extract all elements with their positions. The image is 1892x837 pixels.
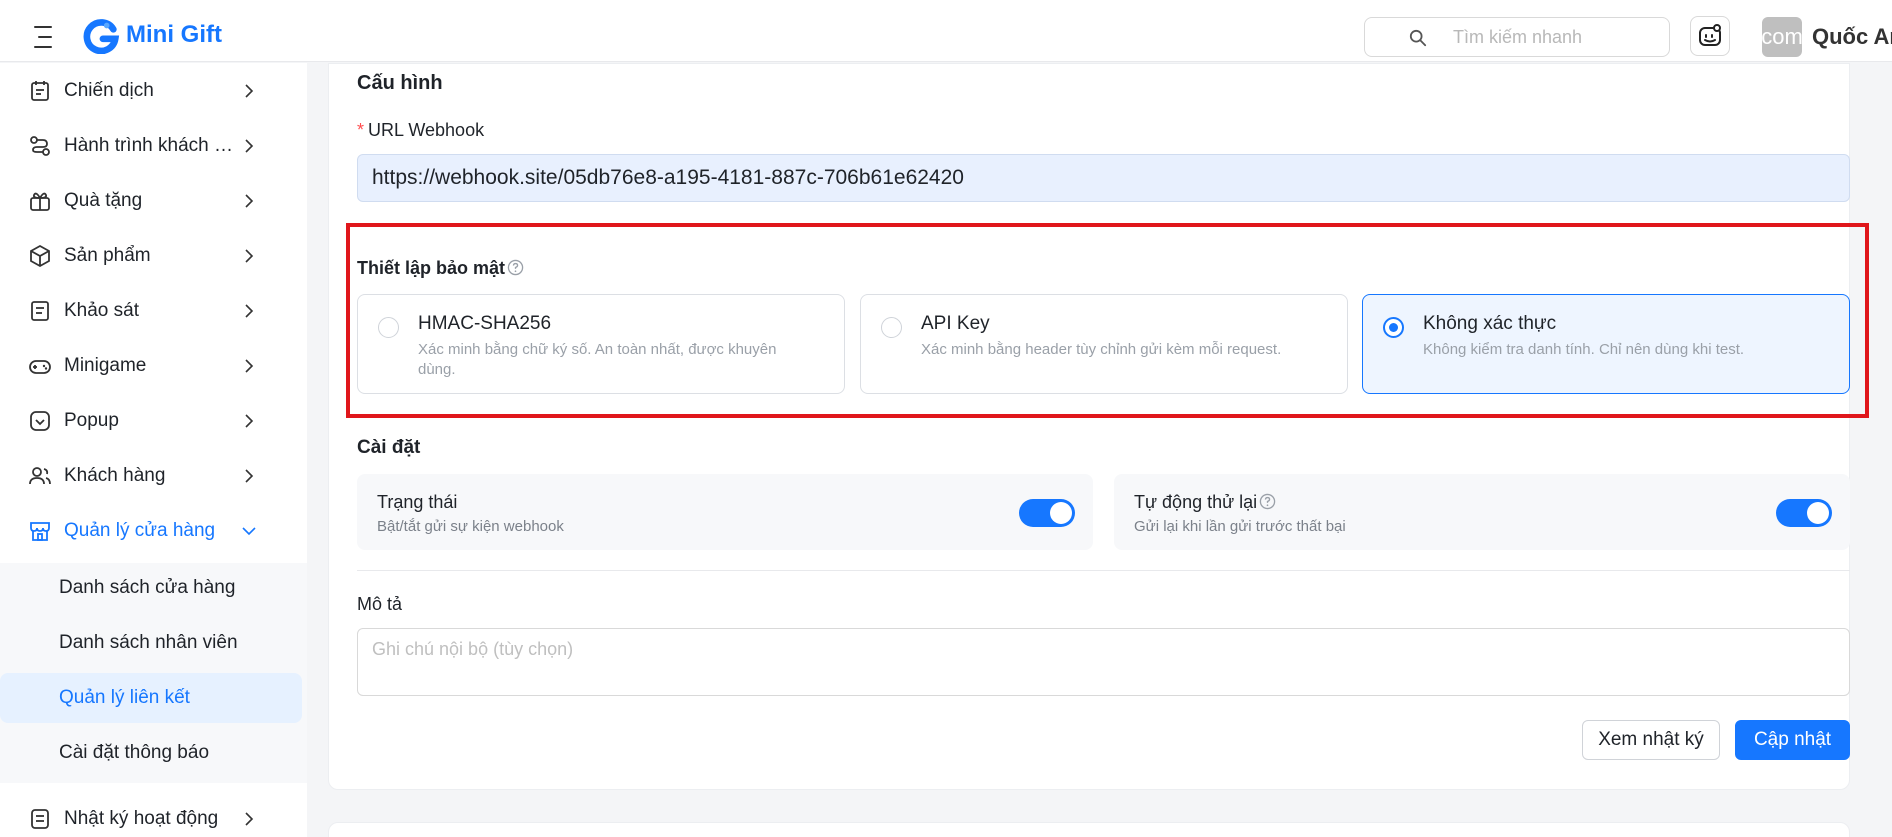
- chevron-right-icon: [245, 468, 254, 483]
- setting-description: Bật/tắt gửi sự kiện webhook: [377, 518, 564, 535]
- help-icon[interactable]: [507, 259, 524, 276]
- sidebar-item-label: Nhật ký hoạt động: [64, 807, 219, 829]
- sidebar-item-activity-log[interactable]: Nhật ký hoạt động: [0, 791, 307, 837]
- chevron-right-icon: [245, 811, 254, 826]
- sidebar-subitem-link-management[interactable]: Quản lý liên kết: [0, 673, 302, 723]
- description-textarea[interactable]: [357, 628, 1850, 696]
- sidebar-item-label: Quà tặng: [64, 189, 143, 211]
- setting-title: Tự động thử lại: [1134, 492, 1276, 513]
- sidebar-subitem-staff-list[interactable]: Danh sách nhân viên: [0, 618, 302, 668]
- sidebar-subitem-store-list[interactable]: Danh sách cửa hàng: [0, 563, 302, 613]
- setting-status: Trạng thái Bật/tắt gửi sự kiện webhook: [357, 474, 1093, 550]
- settings-section-title: Cài đặt: [357, 437, 421, 458]
- divider: [357, 570, 1850, 571]
- calendar-icon: [31, 80, 49, 101]
- survey-icon: [31, 300, 49, 321]
- help-icon[interactable]: [1259, 493, 1276, 510]
- setting-title: Trạng thái: [377, 492, 458, 512]
- url-webhook-label: * URL Webhook: [357, 120, 485, 140]
- sidebar-item-popup[interactable]: Popup: [0, 393, 307, 448]
- sidebar-item-label: Minigame: [64, 354, 147, 376]
- setting-auto-retry: Tự động thử lại Gửi lại khi lần gửi trướ…: [1114, 474, 1850, 550]
- auto-retry-toggle[interactable]: [1776, 499, 1832, 527]
- radio-api-key[interactable]: [881, 317, 902, 338]
- gamepad-icon: [29, 359, 51, 374]
- sidebar-item-store-management[interactable]: Quản lý cửa hàng: [0, 503, 307, 558]
- option-description: Xác minh bằng chữ ký số. An toàn nhất, đ…: [418, 341, 777, 378]
- sidebar-item-label: Popup: [64, 409, 119, 431]
- gift-icon: [30, 192, 50, 211]
- chevron-right-icon: [245, 303, 254, 318]
- chevron-right-icon: [245, 193, 254, 208]
- chevron-right-icon: [245, 413, 254, 428]
- search-icon: [1409, 29, 1427, 47]
- sidebar-item-surveys[interactable]: Khảo sát: [0, 283, 307, 338]
- sidebar-item-label: Sản phẩm: [64, 244, 151, 266]
- bot-icon: [1699, 24, 1721, 46]
- security-option-api-key[interactable]: API Key Xác minh bằng header tùy chỉnh g…: [860, 294, 1348, 394]
- description-label: Mô tả: [357, 594, 403, 614]
- sidebar-item-campaigns[interactable]: Chiến dịch: [0, 63, 307, 118]
- next-card: [328, 822, 1850, 837]
- box-icon: [30, 244, 50, 267]
- journey-icon: [30, 135, 50, 156]
- top-header: Mini Gift com Quốc Anh: [0, 0, 1892, 62]
- users-icon: [29, 466, 51, 484]
- option-description: Xác minh bằng header tùy chỉnh gửi kèm m…: [921, 341, 1282, 358]
- sidebar: Chiến dịch Hành trình khách hàng Quà tặn…: [0, 63, 307, 837]
- quick-search[interactable]: [1364, 17, 1670, 57]
- sidebar-item-gifts[interactable]: Quà tặng: [0, 173, 307, 228]
- sidebar-item-minigame[interactable]: Minigame: [0, 338, 307, 393]
- popup-icon: [30, 410, 50, 431]
- logo-mark-icon: [83, 19, 120, 54]
- menu-toggle-icon[interactable]: [30, 26, 58, 48]
- required-mark: *: [357, 120, 365, 140]
- sidebar-subitem-notification-settings[interactable]: Cài đặt thông báo: [0, 728, 302, 778]
- security-option-hmac[interactable]: HMAC-SHA256 Xác minh bằng chữ ký số. An …: [357, 294, 845, 394]
- logo-text: Mini Gift: [126, 21, 222, 48]
- sidebar-item-label: Quản lý cửa hàng: [64, 519, 216, 541]
- config-section-title: Cấu hình: [357, 72, 443, 94]
- app-logo[interactable]: Mini Gift: [82, 16, 222, 54]
- chevron-right-icon: [245, 83, 254, 98]
- setting-description: Gửi lại khi lần gửi trước thất bại: [1134, 518, 1346, 535]
- sidebar-item-products[interactable]: Sản phẩm: [0, 228, 307, 283]
- assistant-button[interactable]: [1690, 16, 1730, 56]
- user-name[interactable]: Quốc Anh: [1812, 24, 1892, 50]
- option-title: HMAC-SHA256: [418, 313, 552, 334]
- log-icon: [31, 808, 49, 829]
- status-toggle[interactable]: [1019, 499, 1075, 527]
- chevron-right-icon: [245, 248, 254, 263]
- security-section-title: Thiết lập bảo mật: [357, 258, 524, 279]
- update-button[interactable]: Cập nhật: [1735, 720, 1850, 760]
- url-webhook-input[interactable]: [357, 154, 1850, 202]
- sidebar-item-label: Khách hàng: [64, 464, 166, 486]
- chevron-right-icon: [245, 358, 254, 373]
- sidebar-item-customers[interactable]: Khách hàng: [0, 448, 307, 503]
- sidebar-item-label: Chiến dịch: [64, 79, 154, 101]
- option-description: Không kiểm tra danh tính. Chỉ nên dùng k…: [1423, 341, 1745, 358]
- chevron-down-icon: [242, 526, 256, 535]
- sidebar-item-customer-journey[interactable]: Hành trình khách hàng: [0, 118, 307, 173]
- store-icon: [30, 521, 50, 541]
- radio-hmac[interactable]: [378, 317, 399, 338]
- store-management-submenu: Danh sách cửa hàng Danh sách nhân viên Q…: [0, 563, 307, 783]
- sidebar-item-label: Khảo sát: [64, 299, 139, 321]
- view-log-button[interactable]: Xem nhật ký: [1582, 720, 1720, 760]
- chevron-right-icon: [245, 138, 254, 153]
- avatar[interactable]: com: [1762, 17, 1802, 57]
- sidebar-item-label: Hành trình khách hàng: [64, 134, 234, 156]
- radio-no-auth[interactable]: [1383, 317, 1404, 338]
- option-title: API Key: [921, 313, 990, 334]
- option-title: Không xác thực: [1423, 313, 1557, 334]
- security-option-no-auth[interactable]: Không xác thực Không kiểm tra danh tính.…: [1362, 294, 1850, 394]
- search-input[interactable]: [1453, 26, 1653, 48]
